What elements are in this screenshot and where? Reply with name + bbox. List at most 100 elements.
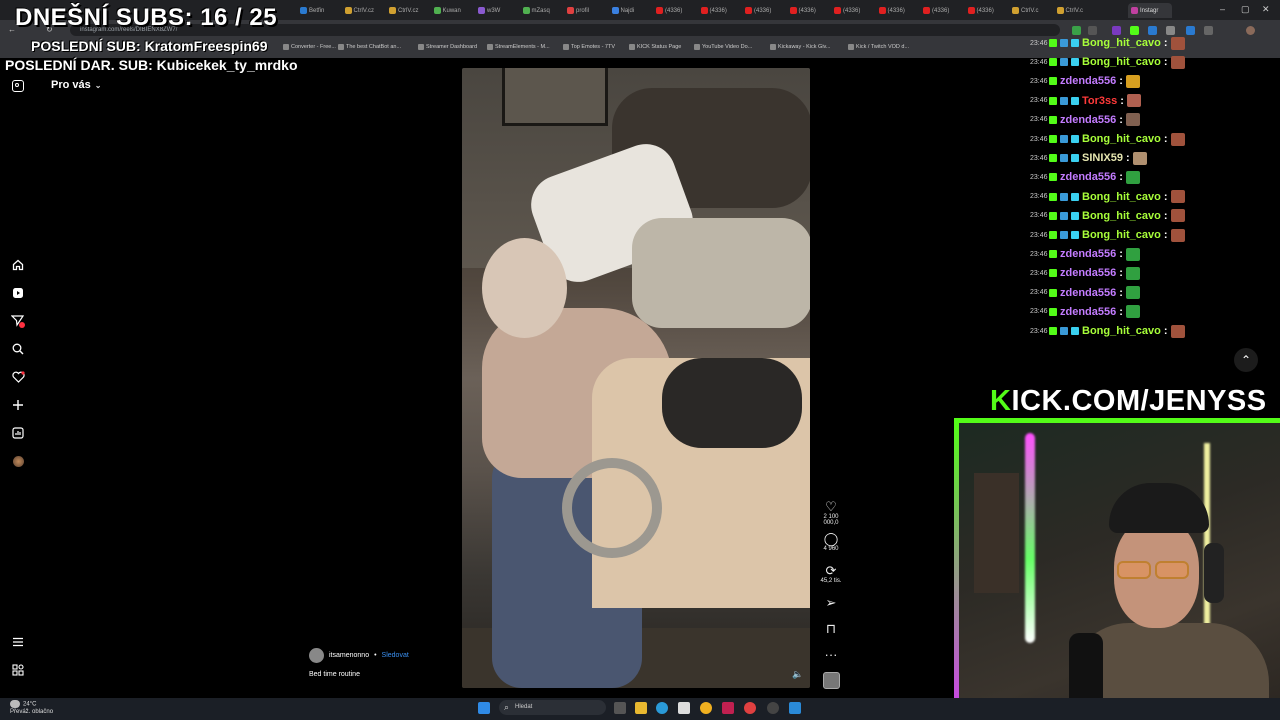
- bookmark-item[interactable]: StreamElements - M...: [487, 44, 550, 50]
- reel-caption: Bed time routine: [309, 671, 360, 678]
- browser-tab[interactable]: (4336): [967, 3, 1006, 18]
- chat-username[interactable]: SINIX59: [1082, 152, 1123, 164]
- profile-avatar[interactable]: [1246, 26, 1255, 35]
- browser-tab[interactable]: (4336): [789, 3, 828, 18]
- browser-tab[interactable]: (4336): [834, 3, 872, 18]
- instagram-logo-icon[interactable]: [12, 80, 24, 92]
- follow-button[interactable]: Sledovat: [382, 652, 409, 659]
- save-button[interactable]: ⊓: [816, 622, 846, 636]
- extension-icon[interactable]: [1112, 26, 1121, 35]
- notifications-heart-icon[interactable]: [10, 369, 26, 385]
- reel-video[interactable]: [462, 68, 810, 688]
- tab-title: CtrlV.c: [1021, 7, 1039, 14]
- chat-username[interactable]: Bong_hit_cavo: [1082, 191, 1161, 203]
- chrome-icon[interactable]: [744, 702, 756, 714]
- audio-thumbnail[interactable]: [823, 672, 840, 689]
- weather-widget[interactable]: 24°C Převáž. oblačno: [10, 700, 53, 716]
- mute-icon[interactable]: 🔈: [792, 669, 803, 680]
- extension-icon[interactable]: [1186, 26, 1195, 35]
- more-options-button[interactable]: ···: [816, 648, 846, 662]
- search-icon[interactable]: [10, 341, 26, 357]
- maximize-icon[interactable]: ▢: [1241, 4, 1250, 15]
- edge-icon[interactable]: [656, 702, 668, 714]
- create-plus-icon[interactable]: [10, 397, 26, 413]
- explorer-icon[interactable]: [635, 702, 647, 714]
- chat-emote-icon: [1170, 209, 1185, 223]
- bookmark-item[interactable]: Kickaway - Kick Giv...: [770, 44, 830, 50]
- like-button[interactable]: ♡ 2 100 000,0: [816, 500, 846, 527]
- share-button[interactable]: ➢: [816, 596, 846, 610]
- dashboard-icon[interactable]: [10, 425, 26, 441]
- chat-username[interactable]: zdenda556: [1060, 75, 1116, 87]
- bookmark-item[interactable]: Kick / Twitch VOD d...: [848, 44, 909, 50]
- reels-icon[interactable]: [10, 285, 26, 301]
- repost-button[interactable]: ⟳ 45,2 tis.: [816, 564, 846, 585]
- app-icon[interactable]: [722, 702, 734, 714]
- browser-tab[interactable]: CtrlV.cz: [389, 3, 427, 18]
- browser-tab[interactable]: Najdi: [611, 3, 650, 18]
- chat-username[interactable]: zdenda556: [1060, 248, 1116, 260]
- chat-username[interactable]: zdenda556: [1060, 267, 1116, 279]
- browser-tab[interactable]: profil: [567, 3, 605, 18]
- extension-icon[interactable]: [1072, 26, 1081, 35]
- app-icon[interactable]: [789, 702, 801, 714]
- chat-username[interactable]: Bong_hit_cavo: [1082, 229, 1161, 241]
- kick-extension-icon[interactable]: [1130, 26, 1139, 35]
- cam-streamer-glasses: [1117, 561, 1197, 579]
- chat-username[interactable]: zdenda556: [1060, 306, 1116, 318]
- video-dog: [662, 358, 802, 448]
- chat-username[interactable]: zdenda556: [1060, 171, 1116, 183]
- chat-username[interactable]: zdenda556: [1060, 287, 1116, 299]
- chat-username[interactable]: Tor3ss: [1082, 95, 1117, 107]
- bookmark-star-icon[interactable]: [1088, 26, 1097, 35]
- extension-icon[interactable]: [1166, 26, 1175, 35]
- chrome-icon[interactable]: [700, 702, 712, 714]
- profile-avatar-icon[interactable]: [10, 453, 26, 469]
- browser-tab[interactable]: Instagr: [1128, 3, 1172, 18]
- browser-tab[interactable]: CtrlV.cz: [344, 3, 383, 18]
- browser-tab[interactable]: mZasq: [522, 3, 561, 18]
- bookmark-item[interactable]: The best ChatBot an...: [338, 44, 401, 50]
- bookmark-item[interactable]: Streamer Dashboard: [418, 44, 477, 50]
- bookmark-item[interactable]: KICK Status Page: [629, 44, 681, 50]
- also-from-meta-icon[interactable]: [10, 662, 26, 678]
- taskbar-search[interactable]: Hledat: [499, 700, 606, 715]
- task-view-icon[interactable]: [614, 702, 626, 714]
- bookmark-item[interactable]: Converter - Free...: [283, 44, 336, 50]
- close-window-icon[interactable]: ✕: [1262, 4, 1270, 15]
- browser-tab[interactable]: (4336): [923, 3, 961, 18]
- minimize-icon[interactable]: –: [1220, 4, 1225, 14]
- chat-message: 23:46 SINIX59:: [1030, 151, 1147, 165]
- scroll-up-button[interactable]: ⌃: [1234, 348, 1258, 372]
- browser-tab[interactable]: (4336): [700, 3, 739, 18]
- chat-username[interactable]: Bong_hit_cavo: [1082, 56, 1161, 68]
- chat-username[interactable]: Bong_hit_cavo: [1082, 133, 1161, 145]
- store-icon[interactable]: [678, 702, 690, 714]
- browser-tab[interactable]: Kuwan: [433, 3, 472, 18]
- chat-username[interactable]: Bong_hit_cavo: [1082, 325, 1161, 337]
- home-icon[interactable]: [10, 257, 26, 273]
- browser-tab[interactable]: CtrlV.c: [1012, 3, 1050, 18]
- chat-username[interactable]: Bong_hit_cavo: [1082, 37, 1161, 49]
- browser-tab[interactable]: (4336): [878, 3, 917, 18]
- extension-icon[interactable]: [1204, 26, 1213, 35]
- browser-tab[interactable]: Betfin: [300, 3, 338, 18]
- browser-tab[interactable]: w3W: [478, 3, 516, 18]
- chat-username[interactable]: Bong_hit_cavo: [1082, 210, 1161, 222]
- browser-tab[interactable]: CtrlV.c: [1056, 3, 1095, 18]
- obs-icon[interactable]: [767, 702, 779, 714]
- author-name[interactable]: itsamenonno: [329, 652, 369, 659]
- comment-button[interactable]: ◯ 4 960: [816, 532, 846, 553]
- bookmark-label: Converter - Free...: [291, 44, 336, 50]
- messages-icon[interactable]: [10, 313, 26, 329]
- browser-tab[interactable]: (4336): [745, 3, 783, 18]
- author-avatar[interactable]: [309, 648, 324, 663]
- bookmark-item[interactable]: Top Emotes - 7TV: [563, 44, 615, 50]
- bookmark-item[interactable]: YouTube Video Do...: [694, 44, 752, 50]
- feed-selector[interactable]: Pro vás ⌄: [51, 79, 101, 91]
- menu-hamburger-icon[interactable]: [10, 634, 26, 650]
- chat-username[interactable]: zdenda556: [1060, 114, 1116, 126]
- extension-icon[interactable]: [1148, 26, 1157, 35]
- browser-tab[interactable]: (4336): [656, 3, 694, 18]
- start-icon[interactable]: [478, 702, 490, 714]
